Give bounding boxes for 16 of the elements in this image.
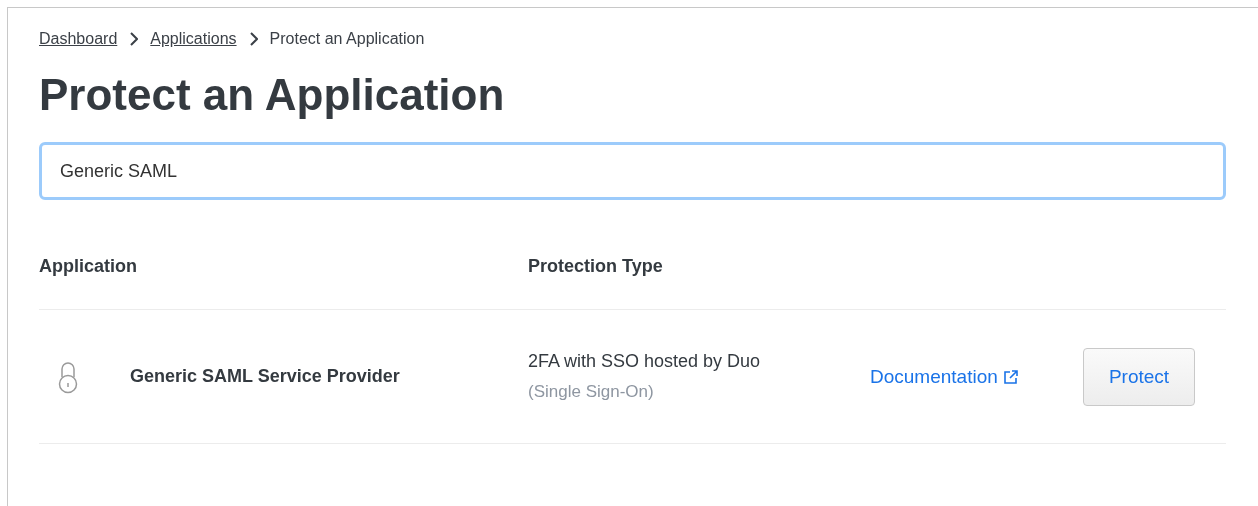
chevron-right-icon [129, 32, 139, 46]
protection-type: 2FA with SSO hosted by Duo [528, 351, 761, 372]
application-name: Generic SAML Service Provider [130, 366, 400, 387]
column-header: Application [39, 256, 138, 277]
chevron-right-icon [248, 32, 258, 46]
protection-note: (Single Sign-On) [528, 382, 654, 402]
documentation-link[interactable]: Documentation [870, 365, 1019, 388]
protect-button[interactable]: Protect [1083, 347, 1195, 406]
padlock-icon [58, 359, 78, 394]
breadcrumb-link[interactable]: Dashboard [39, 30, 118, 48]
external-link-icon [1002, 368, 1019, 385]
search-field[interactable]: Generic SAML [39, 142, 1226, 200]
breadcrumb-link[interactable]: Applications [150, 30, 237, 48]
breadcrumb-current: Protect an Application [269, 30, 425, 48]
column-header: Protection Type [528, 256, 664, 277]
page-title: Protect an Application [39, 70, 506, 120]
